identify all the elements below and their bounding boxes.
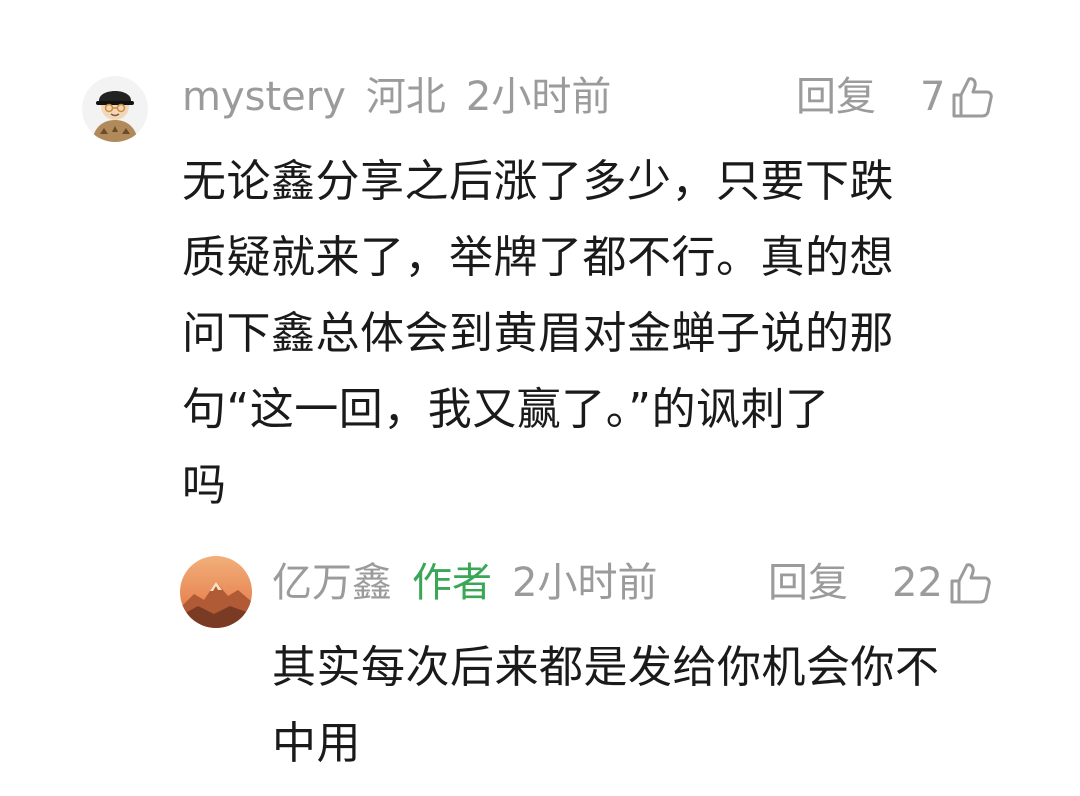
user-avatar[interactable] — [82, 76, 148, 142]
reply-timestamp: 2小时前 — [512, 560, 658, 606]
reply-username[interactable]: 亿万鑫 — [272, 558, 392, 608]
reply-body-line: 其实每次后来都是发给你机会你不 — [272, 642, 940, 693]
comment-body: 无论鑫分享之后涨了多少，只要下跌 质疑就来了，举牌了都不行。真的想 问下鑫总体会… — [182, 144, 894, 524]
avatar-mountain-sunset-icon — [180, 556, 252, 628]
comment-actions: 回复 7 — [796, 72, 994, 122]
reply-button[interactable]: 回复 — [796, 72, 876, 122]
reply-actions: 回复 22 — [768, 558, 991, 608]
thumbs-up-icon[interactable] — [949, 561, 991, 605]
author-badge: 作者 — [412, 560, 492, 606]
reply-reply-button[interactable]: 回复 — [768, 558, 848, 608]
thumbs-up-icon[interactable] — [951, 75, 994, 119]
username[interactable]: mystery — [182, 72, 346, 122]
timestamp: 2小时前 — [465, 74, 612, 120]
reply-meta: 亿万鑫 作者 2小时前 — [272, 558, 657, 608]
comment-meta: mystery 河北 2小时前 — [182, 72, 611, 122]
reply-like-count: 22 — [892, 560, 943, 606]
like-count: 7 — [920, 74, 946, 120]
comment-body-line: 句“这一回，我又赢了。”的讽刺了 — [182, 384, 830, 435]
avatar-cartoon-hat-icon — [82, 76, 148, 142]
comment-body-line: 无论鑫分享之后涨了多少，只要下跌 — [182, 156, 894, 207]
comment-body-line: 吗 — [182, 460, 227, 511]
reply-body: 其实每次后来都是发给你机会你不 中用 — [272, 630, 940, 782]
reply-avatar[interactable] — [180, 556, 252, 628]
comment-body-line: 质疑就来了，举牌了都不行。真的想 — [182, 232, 894, 283]
reply-body-line: 中用 — [272, 718, 361, 769]
location: 河北 — [365, 74, 446, 120]
comment-body-line: 问下鑫总体会到黄眉对金蝉子说的那 — [182, 308, 894, 359]
